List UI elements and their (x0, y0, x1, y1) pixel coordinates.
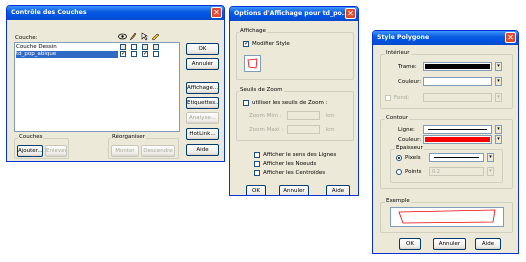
trame-label: Trame: (398, 64, 417, 70)
annuler-button[interactable]: Annuler (186, 58, 219, 70)
couche-label: Couche: (15, 35, 38, 41)
layer-list[interactable]: Couche Dessin td_pop_abique ✓ ✓ (14, 42, 180, 132)
affichage-button[interactable]: Affichage... (186, 82, 219, 94)
modifier-style-label: Modifier Style (252, 41, 290, 47)
aide-button[interactable]: Aide (326, 185, 350, 195)
points-dropdown-arrow[interactable]: ▾ (487, 167, 494, 176)
centroides-label: Afficher les Centroïdes (263, 170, 326, 176)
aide-button[interactable]: Aide (475, 238, 501, 250)
window-title: Options d'Affichage pour td_po... (234, 10, 349, 17)
pixels-radio[interactable] (396, 155, 402, 161)
noeuds-label: Afficher les Noeuds (263, 161, 317, 167)
close-button[interactable]: ✕ (345, 8, 356, 19)
layer-row[interactable]: Couche Dessin (16, 44, 118, 51)
autolabel-checkbox[interactable] (153, 44, 159, 50)
enlever-button[interactable]: Enlever (45, 145, 67, 157)
autolabel-checkbox[interactable] (153, 51, 159, 57)
contour-couleur-swatch (425, 137, 490, 142)
trame-swatch (425, 64, 490, 69)
annuler-button[interactable]: Annuler (279, 185, 309, 195)
monter-button[interactable]: Monter (111, 145, 139, 157)
sens-lignes-label: Afficher le sens des Lignes (263, 152, 337, 158)
points-label: Points (405, 169, 422, 175)
contour-group-label: Contour (385, 115, 409, 121)
ligne-label: Ligne: (398, 127, 415, 133)
zoom-min-unit: km (326, 113, 335, 119)
annuler-button[interactable]: Annuler (433, 238, 466, 250)
select-arrow-icon (141, 32, 148, 41)
title-bar: Style Polygone (373, 31, 518, 45)
use-zoom-label: utiliser les seuils de Zoom : (252, 100, 328, 106)
aide-button[interactable]: Aide (186, 144, 219, 156)
interieur-group-label: Intérieur (385, 50, 411, 56)
contour-couleur-selector[interactable] (423, 135, 492, 144)
window-title: Contrôle des Couches (11, 9, 87, 16)
epaisseur-group-label: Epaisseur (395, 145, 424, 151)
affichage-group-label: Affichage (239, 28, 267, 34)
ligne-dropdown-arrow[interactable]: ▾ (495, 125, 502, 134)
use-zoom-checkbox[interactable] (243, 100, 249, 106)
zoom-max-unit: km (326, 127, 335, 133)
etiquettes-button[interactable]: Etiquettes... (186, 97, 219, 109)
noeuds-checkbox[interactable] (254, 161, 260, 167)
polygon-sample (398, 209, 496, 224)
descendre-button[interactable]: Descendre (141, 145, 175, 157)
style-preview-button[interactable] (244, 55, 261, 72)
fond-checkbox[interactable] (385, 95, 391, 101)
ok-button[interactable]: OK (186, 43, 219, 55)
pixels-selector[interactable] (429, 153, 484, 162)
fond-dropdown-arrow[interactable]: ▾ (495, 93, 502, 102)
analyse-button[interactable]: Analyse... (186, 112, 219, 124)
contour-couleur-dropdown-arrow[interactable]: ▾ (495, 135, 502, 144)
trame-dropdown-arrow[interactable]: ▾ (495, 62, 502, 71)
ligne-preview (428, 129, 487, 130)
layer-row-selected[interactable]: td_pop_abique (16, 51, 118, 58)
sens-lignes-checkbox[interactable] (254, 152, 260, 158)
seuils-zoom-group-label: Seuils de Zoom (239, 87, 284, 93)
zoom-max-label: Zoom Maxi : (249, 127, 284, 133)
couleur-label: Couleur: (398, 79, 422, 85)
pixels-label: Pixels (405, 155, 421, 161)
pixels-preview (434, 157, 479, 158)
zoom-max-input[interactable] (287, 125, 320, 134)
label-icon (151, 33, 160, 41)
centroides-checkbox[interactable] (254, 170, 260, 176)
style-polygone-window: Style Polygone ✕ Intérieur Trame: ▾ Coul… (372, 30, 519, 254)
points-radio[interactable] (396, 169, 402, 175)
fond-selector[interactable] (423, 93, 492, 102)
reorganiser-group-label: Réorganiser (111, 134, 146, 140)
title-bar: Contrôle des Couches (7, 6, 224, 20)
pencil-icon (129, 32, 137, 41)
exemple-preview (390, 207, 504, 227)
zoom-min-input[interactable] (287, 111, 320, 120)
eye-icon (118, 33, 127, 40)
ajouter-button[interactable]: Ajouter... (17, 145, 43, 157)
options-affichage-window: Options d'Affichage pour td_po... ✕ Affi… (229, 6, 359, 196)
polygon-style-icon (247, 58, 258, 69)
couleur-dropdown-arrow[interactable]: ▾ (495, 77, 502, 86)
editable-checkbox[interactable] (131, 51, 137, 57)
window-title: Style Polygone (377, 34, 430, 41)
couleur-selector[interactable] (423, 77, 492, 86)
contour-couleur-label: Couleur: (398, 137, 422, 143)
editable-checkbox[interactable] (131, 44, 137, 50)
close-button[interactable]: ✕ (505, 32, 516, 43)
modifier-style-checkbox[interactable]: ✓ (243, 41, 249, 47)
close-button[interactable]: ✕ (211, 7, 222, 18)
fond-label: Fond: (394, 95, 410, 101)
zoom-min-label: Zoom Mini : (249, 113, 282, 119)
ligne-selector[interactable] (423, 125, 492, 134)
controle-couches-window: Contrôle des Couches ✕ Couche: Couche De… (6, 5, 225, 162)
hotlink-button[interactable]: HotLink... (186, 128, 219, 140)
pixels-dropdown-arrow[interactable]: ▾ (487, 153, 494, 162)
exemple-group-label: Exemple (385, 198, 411, 204)
title-bar: Options d'Affichage pour td_po... (230, 7, 358, 21)
selectable-checkbox[interactable]: ✓ (142, 51, 148, 57)
couches-group-label: Couches (18, 134, 44, 140)
ok-button[interactable]: OK (246, 185, 266, 195)
points-input[interactable]: 0.2 (429, 167, 484, 176)
ok-button[interactable]: OK (399, 238, 421, 250)
visible-checkbox[interactable]: ✓ (120, 51, 126, 57)
trame-selector[interactable] (423, 62, 492, 71)
